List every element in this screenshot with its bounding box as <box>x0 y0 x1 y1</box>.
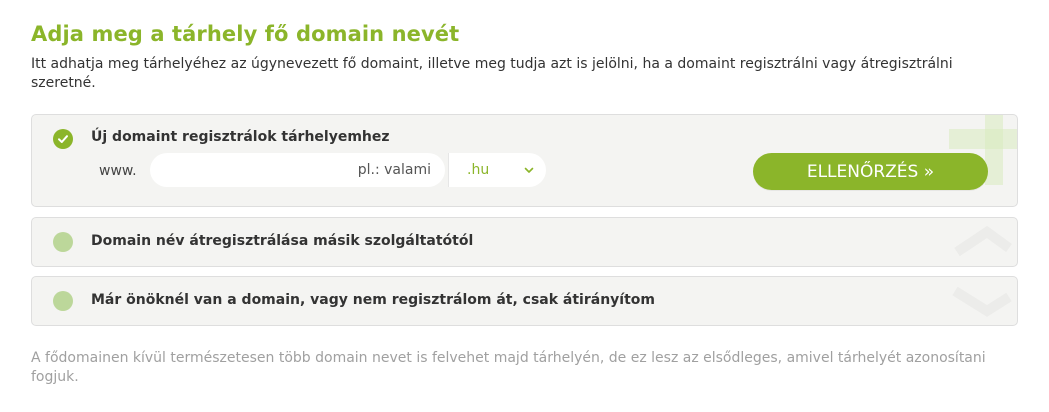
radio-unselected-icon[interactable] <box>53 232 73 252</box>
arrow-decoration-icon <box>954 225 1012 257</box>
option-new-domain[interactable]: Új domaint regisztrálok tárhelyemhez www… <box>31 114 1018 207</box>
option-label: Új domaint regisztrálok tárhelyemhez <box>91 129 390 145</box>
page-title: Adja meg a tárhely fő domain nevét <box>31 22 460 46</box>
arrow-decoration-icon <box>952 286 1012 317</box>
chevron-down-icon <box>524 167 534 173</box>
radio-unselected-icon[interactable] <box>53 291 73 311</box>
domain-name-input[interactable] <box>150 153 445 187</box>
option-label: Domain név átregisztrálása másik szolgál… <box>91 233 474 249</box>
option-label: Már önöknél van a domain, vagy nem regis… <box>91 292 655 308</box>
check-icon <box>58 135 68 143</box>
option-existing-domain[interactable]: Már önöknél van a domain, vagy nem regis… <box>31 276 1018 326</box>
option-transfer-domain[interactable]: Domain név átregisztrálása másik szolgál… <box>31 217 1018 267</box>
www-prefix: www. <box>99 163 137 179</box>
tld-selected-value: .hu <box>467 162 490 178</box>
footnote-text: A fődomainen kívül természetesen több do… <box>31 350 986 385</box>
tld-select[interactable]: .hu <box>448 153 546 187</box>
radio-checked-icon[interactable] <box>53 129 73 149</box>
intro-text: Itt adhatja meg tárhelyéhez az úgyneveze… <box>31 56 953 91</box>
check-domain-button[interactable]: ELLENŐRZÉS » <box>753 153 988 190</box>
